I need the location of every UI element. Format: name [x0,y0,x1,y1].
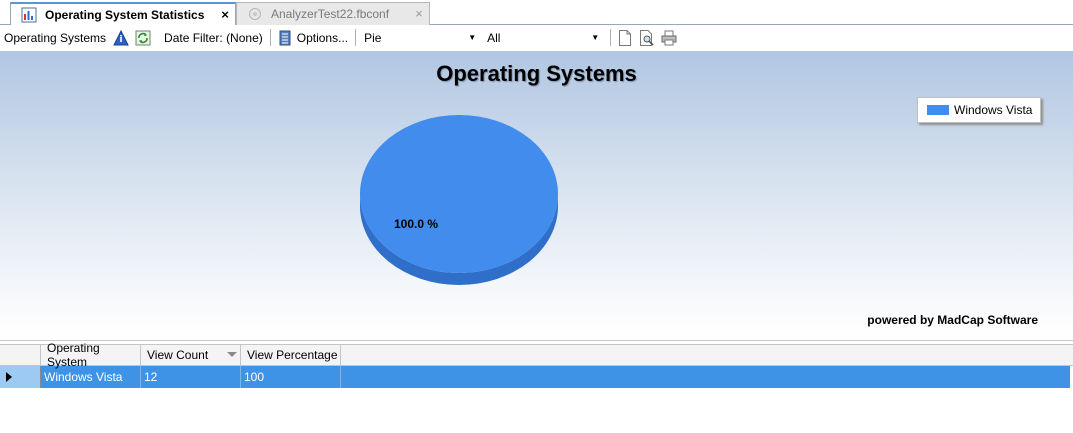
dropdown-arrow-icon: ▼ [468,33,477,42]
dropdown-arrow-icon: ▼ [591,33,600,42]
chart-panel: Operating Systems 100.0 % Windows Vista … [0,51,1073,341]
cell-view-count[interactable]: 12 [141,366,241,388]
config-file-icon [247,6,263,22]
cell-operating-system[interactable]: Windows Vista [41,366,141,388]
row-filler [341,366,1070,388]
toolbar-separator [610,29,612,46]
close-tab-icon[interactable]: × [412,6,426,21]
data-grid: Operating System View Count View Percent… [0,341,1073,388]
legend-label: Windows Vista [954,103,1033,117]
close-tab-icon[interactable]: × [218,7,232,22]
print-icon[interactable] [661,30,677,46]
chart-title: Operating Systems [436,61,637,86]
cell-view-percentage[interactable]: 100 [241,366,341,388]
options-button[interactable]: Options... [296,31,352,45]
refresh-icon[interactable] [135,30,151,46]
tab-title: AnalyzerTest22.fbconf [271,7,390,21]
column-header-view-count[interactable]: View Count [141,345,241,365]
column-header-view-percentage[interactable]: View Percentage [241,345,341,365]
report-toolbar: Operating Systems Date Filter: (None) Op… [0,25,1073,50]
row-selector[interactable] [0,366,41,388]
print-preview-icon[interactable] [639,29,655,46]
legend-swatch [927,105,949,115]
toolbar-separator [269,29,271,46]
column-header-operating-system[interactable]: Operating System [41,341,141,369]
report-name-label: Operating Systems [4,30,107,45]
chart-type-value: Pie [364,30,382,45]
column-header-label: View Count [147,348,209,362]
tab-analyzer-config[interactable]: AnalyzerTest22.fbconf × [236,2,430,25]
chart-legend: Windows Vista [917,97,1041,123]
pie-chart[interactable]: 100.0 % [355,106,565,301]
toolbar-separator [355,29,357,46]
filter-value-dropdown[interactable]: All ▼ [482,27,605,48]
pie-slices [360,115,558,285]
tab-title: Operating System Statistics [45,8,205,22]
pie-slice-windows-vista[interactable] [360,115,558,273]
pie-slice-label: 100.0 % [394,217,438,231]
sort-descending-icon [227,352,237,357]
document-tab-strip: Operating System Statistics × AnalyzerTe… [0,0,1073,26]
table-row[interactable]: Windows Vista 12 100 [0,366,1073,388]
new-document-icon[interactable] [617,29,633,46]
date-filter-button[interactable]: Date Filter: (None) [160,31,267,45]
info-icon[interactable] [113,29,129,46]
grid-header-filler [341,345,1073,365]
current-row-arrow-icon [6,372,12,382]
chart-type-dropdown[interactable]: Pie ▼ [359,27,482,48]
powered-by-label: powered by MadCap Software [867,313,1038,327]
bar-chart-icon [21,7,37,23]
filter-value: All [487,30,501,45]
options-icon[interactable] [277,30,293,46]
tab-operating-system-statistics[interactable]: Operating System Statistics × [10,2,236,26]
grid-header: Operating System View Count View Percent… [0,341,1073,369]
row-header-corner [0,345,41,365]
